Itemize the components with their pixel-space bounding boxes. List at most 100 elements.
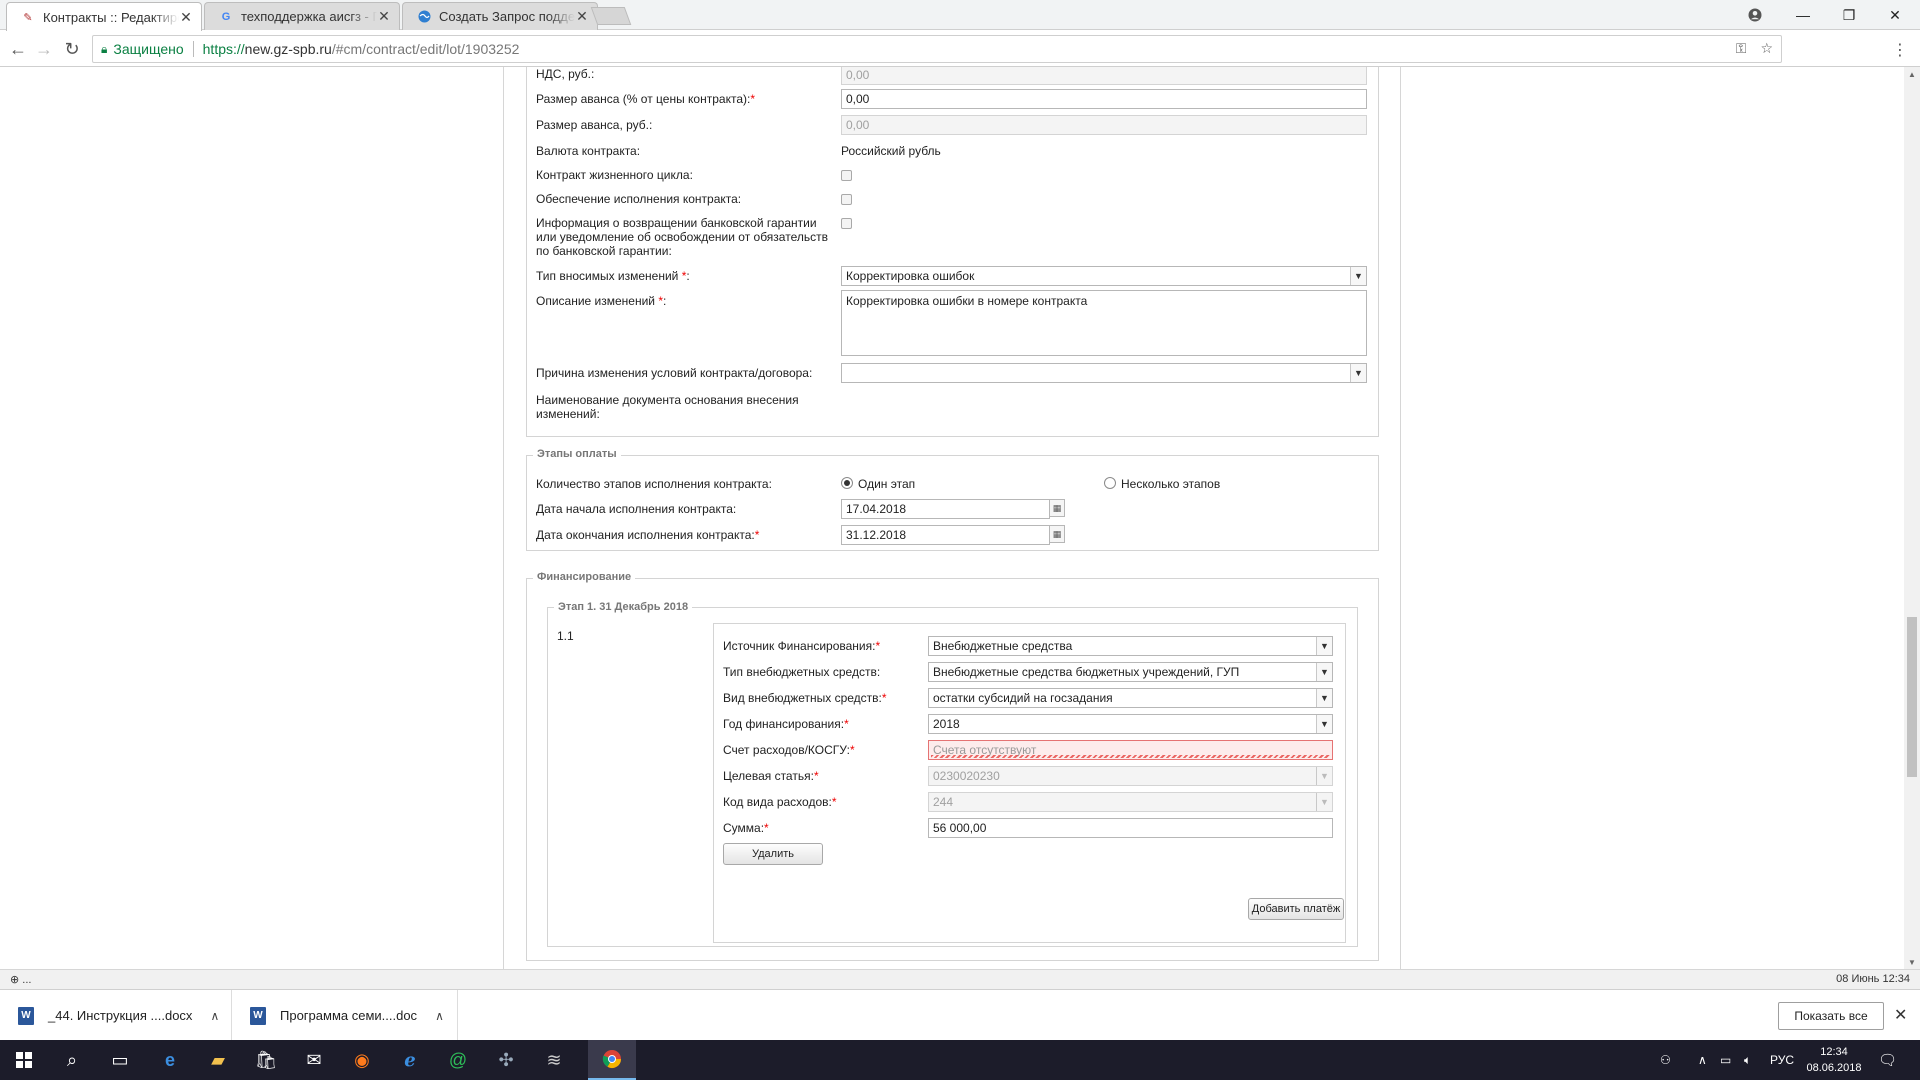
key-icon[interactable]: ⚿ <box>1736 40 1747 57</box>
show-hidden-icons[interactable]: ∧ <box>1698 1040 1707 1080</box>
add-payment-button[interactable]: Добавить платёж <box>1248 898 1344 920</box>
download-item[interactable]: W _44. Инструкция ....docx ∧ <box>0 990 232 1041</box>
stage-legend: Этап 1. 31 Декабрь 2018 <box>554 601 693 613</box>
search-icon[interactable]: ⌕ <box>48 1040 96 1080</box>
funding-source-select[interactable]: Внебюджетные средства ▼ <box>928 636 1333 656</box>
chevron-down-icon[interactable]: ▼ <box>1350 364 1366 382</box>
close-icon[interactable]: ✕ <box>377 8 391 25</box>
chevron-down-icon[interactable]: ▼ <box>1316 793 1332 811</box>
delete-funding-button[interactable]: Удалить <box>723 843 823 865</box>
restore-button[interactable]: ❐ <box>1826 0 1872 30</box>
task-view-icon[interactable]: ▭ <box>96 1040 144 1080</box>
change-reason-select[interactable]: ▼ <box>841 363 1367 383</box>
browser-tab-strip: ✎ Контракты :: Редактирование ✕ G техпод… <box>0 0 1920 31</box>
app-icon[interactable]: ✣ <box>482 1040 530 1080</box>
lifecycle-contract-checkbox[interactable] <box>841 170 852 181</box>
browser-menu-icon[interactable]: ⋮ <box>1892 40 1908 60</box>
expense-kind-code-select[interactable]: 244 ▼ <box>928 792 1333 812</box>
funding-year-select[interactable]: 2018 ▼ <box>928 714 1333 734</box>
bank-guarantee-label: Информация о возвращении банковской гара… <box>536 216 828 258</box>
chevron-down-icon[interactable]: ▼ <box>1316 689 1332 707</box>
target-article-select[interactable]: 0230020230 ▼ <box>928 766 1333 786</box>
one-stage-radio[interactable] <box>841 477 853 489</box>
offbudget-type-select[interactable]: Внебюджетные средства бюджетных учрежден… <box>928 662 1333 682</box>
messenger-icon[interactable]: @ <box>434 1040 482 1080</box>
expense-account-label: Счет расходов/КОСГУ:* <box>723 743 855 757</box>
offbudget-kind-label: Вид внебюджетных средств:* <box>723 691 887 705</box>
chrome-icon[interactable] <box>588 1040 636 1080</box>
windows-start-icon[interactable] <box>0 1040 48 1080</box>
internet-explorer-icon[interactable]: ℯ <box>386 1040 434 1080</box>
store-icon[interactable]: 🛍︎ <box>242 1040 290 1080</box>
chevron-up-icon[interactable]: ∧ <box>210 1009 219 1023</box>
tab-contracts[interactable]: ✎ Контракты :: Редактирование ✕ <box>6 2 202 31</box>
amount-input[interactable]: 56 000,00 <box>928 818 1333 838</box>
page-status-bar: ⊕ ... 08 Июнь 12:34 <box>0 969 1920 989</box>
change-desc-textarea[interactable]: Корректировка ошибки в номере контракта <box>841 290 1367 356</box>
scroll-down-arrow[interactable]: ▼ <box>1904 955 1920 969</box>
advance-percent-input[interactable]: 0,00 <box>841 89 1367 109</box>
back-button[interactable]: ← <box>6 37 30 61</box>
mail-icon[interactable]: ✉ <box>290 1040 338 1080</box>
chevron-up-icon[interactable]: ∧ <box>435 1009 444 1023</box>
chevron-down-icon[interactable]: ▼ <box>1350 267 1366 285</box>
download-item[interactable]: W Программа семи....doc ∧ <box>232 990 458 1041</box>
target-article-label: Целевая статья:* <box>723 769 819 783</box>
input-language[interactable]: РУС <box>1770 1040 1794 1080</box>
multi-stage-radio[interactable] <box>1104 477 1116 489</box>
notifications-icon[interactable]: 🗨︎ <box>1878 1040 1897 1080</box>
volume-icon[interactable]: 🔈︎ <box>1744 1040 1751 1080</box>
chevron-down-icon[interactable]: ▼ <box>1316 767 1332 785</box>
offbudget-kind-select[interactable]: остатки субсидий на госзадания ▼ <box>928 688 1333 708</box>
browser-toolbar: ← → ↻ 🔒︎ Защищено https://new.gz-spb.ru/… <box>0 31 1920 67</box>
calendar-icon[interactable]: ▦ <box>1049 499 1065 517</box>
start-date-label: Дата начала исполнения контракта: <box>536 502 737 516</box>
financing-legend: Финансирование <box>533 571 636 583</box>
offbudget-type-label: Тип внебюджетных средств: <box>723 665 881 679</box>
edge-browser-icon[interactable]: e <box>146 1040 194 1080</box>
word-document-icon: W <box>250 1006 266 1025</box>
advance-amount-label: Размер аванса, руб.: <box>536 118 653 132</box>
validation-error-underline <box>931 755 1330 758</box>
page-scrollbar[interactable]: ▲ ▼ <box>1904 67 1920 969</box>
address-bar[interactable]: 🔒︎ Защищено https://new.gz-spb.ru/#cm/co… <box>92 35 1782 63</box>
show-all-downloads-button[interactable]: Показать все <box>1778 1002 1884 1030</box>
network-icon[interactable]: ▭ <box>1720 1040 1731 1080</box>
bookmark-star-icon[interactable]: ☆ <box>1760 40 1773 57</box>
lifecycle-contract-label: Контракт жизненного цикла: <box>536 168 693 182</box>
bank-guarantee-checkbox[interactable] <box>841 218 852 229</box>
close-icon[interactable]: ✕ <box>575 8 589 25</box>
taskbar-clock[interactable]: 12:34 08.06.2018 <box>1800 1044 1868 1076</box>
tab-support-request[interactable]: Создать Запрос поддержки ✕ <box>402 2 598 30</box>
scroll-up-arrow[interactable]: ▲ <box>1904 67 1920 81</box>
app-icon[interactable]: ≋ <box>530 1040 578 1080</box>
expense-account-input[interactable]: Счета отсутствуют <box>928 740 1333 760</box>
forward-button[interactable]: → <box>32 37 56 61</box>
tab-google-search[interactable]: G техподдержка аисгз - Поиск в Google ✕ <box>204 2 400 30</box>
window-close-button[interactable]: ✕ <box>1872 0 1918 30</box>
url-text: https://new.gz-spb.ru/#cm/contract/edit/… <box>202 41 520 57</box>
profile-icon[interactable] <box>1732 0 1778 30</box>
change-type-select[interactable]: Корректировка ошибок ▼ <box>841 266 1367 286</box>
page-viewport: НДС, руб.: 0,00 Размер аванса (% от цены… <box>0 67 1904 969</box>
vat-input[interactable]: 0,00 <box>841 67 1367 85</box>
minimize-button[interactable]: — <box>1780 0 1826 30</box>
chevron-down-icon[interactable]: ▼ <box>1316 663 1332 681</box>
advance-amount-input[interactable]: 0,00 <box>841 115 1367 135</box>
funding-source-label: Источник Финансирования:* <box>723 639 881 653</box>
start-date-input[interactable]: 17.04.2018 <box>841 499 1050 519</box>
firefox-icon[interactable]: ◉ <box>338 1040 386 1080</box>
close-icon[interactable]: ✕ <box>179 9 193 26</box>
file-explorer-icon[interactable]: ▰ <box>194 1040 242 1080</box>
end-date-input[interactable]: 31.12.2018 <box>841 525 1050 545</box>
chevron-down-icon[interactable]: ▼ <box>1316 637 1332 655</box>
reload-button[interactable]: ↻ <box>60 37 84 61</box>
contract-security-label: Обеспечение исполнения контракта: <box>536 192 742 206</box>
scrollbar-thumb[interactable] <box>1907 617 1917 777</box>
chevron-down-icon[interactable]: ▼ <box>1316 715 1332 733</box>
people-icon[interactable]: ⚇ <box>1660 1040 1671 1080</box>
contract-security-checkbox[interactable] <box>841 194 852 205</box>
calendar-icon[interactable]: ▦ <box>1049 525 1065 543</box>
new-tab-button[interactable] <box>590 7 632 25</box>
close-shelf-icon[interactable]: ✕ <box>1894 1005 1907 1025</box>
